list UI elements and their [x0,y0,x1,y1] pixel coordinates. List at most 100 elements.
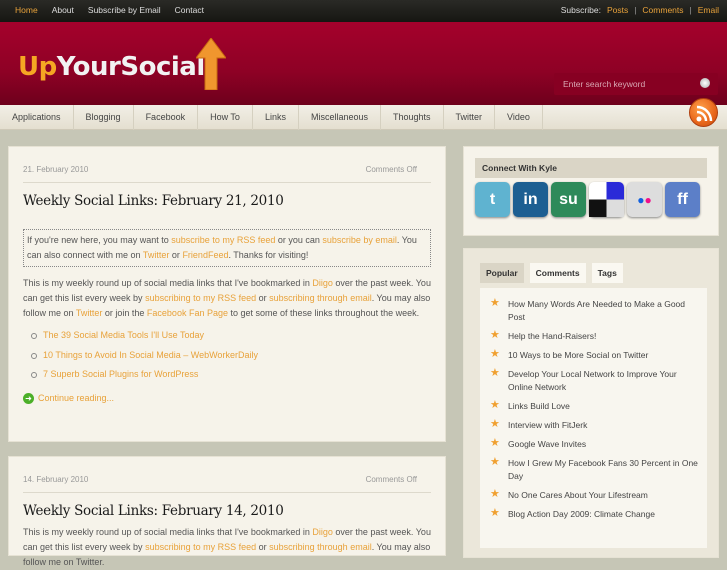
inline-link[interactable]: subscribe by email [322,235,397,245]
text-segment: If you're new here, you may want to [27,235,172,245]
popular-item[interactable]: ★ How I Grew My Facebook Fans 30 Percent … [480,456,707,483]
list-item: 7 Superb Social Plugins for WordPress [31,369,431,389]
inline-link[interactable]: Facebook Fan Page [147,308,228,318]
popular-item-label: Develop Your Local Network to Improve Yo… [508,369,677,392]
text-segment: or join the [102,308,147,318]
welcome-notice: If you're new here, you may want to subs… [23,229,431,267]
star-icon: ★ [490,367,500,379]
top-bar: Home About Subscribe by Email Contact Su… [0,0,727,22]
top-link-subscribe-email[interactable]: Subscribe by Email [88,5,161,15]
stumbleupon-icon[interactable]: su [551,182,586,217]
tabs-widget: Popular Comments Tags ★ How Many Words Ar… [463,248,719,558]
inline-link[interactable]: Diigo [312,278,333,288]
nav-item-video[interactable]: Video [495,105,543,130]
text-segment: . Thanks for visiting! [228,250,309,260]
popular-list: ★ How Many Words Are Needed to Make a Goo… [480,288,707,548]
friendfeed-icon[interactable]: ff [665,182,700,217]
subscribe-comments-link[interactable]: Comments [642,5,683,15]
popular-item[interactable]: ★ How Many Words Are Needed to Make a Goo… [480,297,707,324]
popular-item[interactable]: ★ Links Build Love [480,399,707,413]
popular-item-label: Help the Hand-Raisers! [508,331,597,341]
post-card: 14. February 2010 Comments Off Weekly Soc… [8,456,446,567]
site-logo[interactable]: UpYourSocial [18,52,205,82]
text-segment: or [169,250,183,260]
flickr-icon[interactable]: ● ● [627,182,662,217]
post-comments[interactable]: Comments Off [366,165,417,182]
star-icon: ★ [490,399,500,411]
subscribe-email-link[interactable]: Email [698,5,719,15]
icon-glyph: t [489,190,496,208]
post-date: 14. February 2010 [23,475,89,484]
text-segment: or you can [275,235,323,245]
nav-item-how-to[interactable]: How To [198,105,253,130]
popular-item-label: No One Cares About Your Lifestream [508,490,648,500]
subscribe-posts-link[interactable]: Posts [607,5,628,15]
nav-item-facebook[interactable]: Facebook [134,105,199,130]
icon-glyph: su [559,190,578,208]
delicious-icon[interactable] [589,182,624,217]
star-icon: ★ [490,456,500,468]
inline-link[interactable]: subscribing to my RSS feed [145,542,256,552]
post-title[interactable]: Weekly Social Links: February 21, 2010 [23,193,431,209]
inline-link[interactable]: subscribe to my RSS feed [171,235,275,245]
popular-item-label: Interview with FitJerk [508,420,588,430]
text-segment: or [256,542,270,552]
nav-item-miscellaneous[interactable]: Miscellaneous [299,105,381,130]
search-input[interactable]: Enter search keyword [554,73,718,95]
text-segment: to get some of these links throughout th… [227,308,420,318]
popular-item[interactable]: ★ Interview with FitJerk [480,418,707,432]
inline-link[interactable]: Twitter [143,250,170,260]
post-link[interactable]: 10 Things to Avoid In Social Media – Web… [43,350,258,360]
inline-link[interactable]: subscribing through email [269,293,372,303]
text-segment: This is my weekly round up of social med… [23,527,313,537]
post-card: 21. February 2010 Comments Off Weekly Soc… [8,146,446,442]
popular-item[interactable]: ★ No One Cares About Your Lifestream [480,488,707,502]
nav-item-thoughts[interactable]: Thoughts [381,105,444,130]
text-segment: or [256,293,270,303]
inline-link[interactable]: FriendFeed [182,250,228,260]
continue-reading-link[interactable]: Continue reading... [38,393,114,403]
twitter-icon[interactable]: t [475,182,510,217]
list-item: The 39 Social Media Tools I'll Use Today [31,330,431,350]
post-link[interactable]: 7 Superb Social Plugins for WordPress [43,369,198,379]
star-icon: ★ [490,297,500,309]
popular-item-label: Google Wave Invites [508,439,587,449]
tab-comments[interactable]: Comments [529,263,586,283]
tab-popular[interactable]: Popular [480,263,524,283]
post-title[interactable]: Weekly Social Links: February 14, 2010 [23,503,431,519]
nav-item-blogging[interactable]: Blogging [74,105,134,130]
inline-link[interactable]: subscribing through email [269,542,372,552]
inline-link[interactable]: Twitter [76,308,103,318]
nav-item-links[interactable]: Links [253,105,299,130]
post-date: 21. February 2010 [23,165,89,174]
top-link-about[interactable]: About [52,5,74,15]
popular-item[interactable]: ★ Help the Hand-Raisers! [480,329,707,343]
popular-item[interactable]: ★ 10 Ways to be More Social on Twitter [480,348,707,362]
inline-link[interactable]: Diigo [312,527,333,537]
top-link-contact[interactable]: Contact [175,5,204,15]
search-icon[interactable] [700,78,710,88]
popular-item-label: 10 Ways to be More Social on Twitter [508,350,649,360]
star-icon: ★ [490,329,500,341]
star-icon: ★ [490,488,500,500]
tab-tags[interactable]: Tags [591,263,623,283]
top-link-home[interactable]: Home [15,5,38,15]
inline-link[interactable]: subscribing to my RSS feed [145,293,256,303]
post-body: This is my weekly round up of social med… [23,276,431,321]
popular-item[interactable]: ★ Blog Action Day 2009: Climate Change [480,507,707,521]
post-comments[interactable]: Comments Off [366,475,417,492]
nav-item-twitter[interactable]: Twitter [444,105,496,130]
post-link[interactable]: The 39 Social Media Tools I'll Use Today [43,330,204,340]
nav-item-applications[interactable]: Applications [0,105,74,130]
post-links: The 39 Social Media Tools I'll Use Today… [31,330,431,389]
search-placeholder: Enter search keyword [563,79,646,89]
popular-item[interactable]: ★ Google Wave Invites [480,437,707,451]
linkedin-icon[interactable]: in [513,182,548,217]
site-header: UpYourSocial Enter search keyword [0,22,727,105]
rss-icon[interactable] [689,98,718,127]
post-body: This is my weekly round up of social med… [23,525,431,570]
star-icon: ★ [490,418,500,430]
popular-item[interactable]: ★ Develop Your Local Network to Improve Y… [480,367,707,394]
popular-item-label: How I Grew My Facebook Fans 30 Percent i… [508,458,698,481]
subscribe-label: Subscribe: [560,5,601,15]
